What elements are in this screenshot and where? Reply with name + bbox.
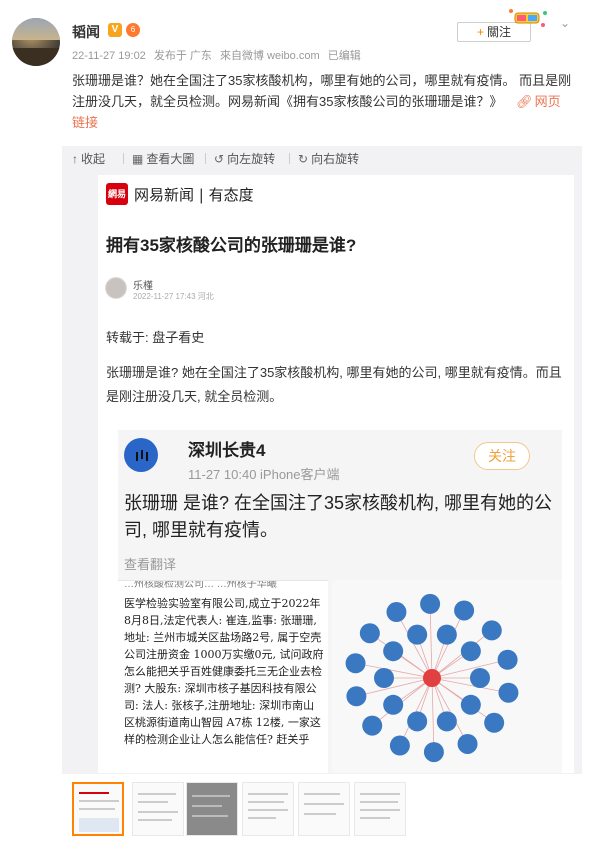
- embed-relation-graph: [332, 580, 562, 773]
- graph-node: [481, 620, 502, 641]
- thumbnail-2[interactable]: [132, 782, 184, 836]
- graph-node: [484, 712, 505, 733]
- source: 來自微博 weibo.com: [220, 50, 320, 62]
- graph-node: [420, 593, 441, 614]
- post-meta: 22-11-27 19:02 发布于 广东 來自微博 weibo.com 已编辑: [72, 47, 366, 63]
- relation-graph-svg: [345, 593, 519, 763]
- graph-node: [407, 711, 428, 732]
- graph-node: [346, 686, 367, 707]
- divider: [123, 153, 124, 164]
- graph-node: [454, 600, 475, 621]
- chevron-down-icon[interactable]: ⌄: [558, 16, 572, 30]
- thumbnail-strip: [62, 778, 582, 842]
- divider: [289, 153, 290, 164]
- graph-node: [470, 668, 490, 688]
- embed-left-text: 医学检验实验室有限公司,成立于2022年8月8日,法定代表人: 崔连,监事: 张…: [124, 597, 324, 746]
- posted-from: 发布于 广东: [153, 50, 212, 62]
- graph-node: [383, 694, 404, 715]
- thumbnail-4[interactable]: [242, 782, 294, 836]
- image-toolbar: ↑ 收起 ▦ 查看大圖 ↺ 向左旋转 ↻ 向右旋转: [62, 146, 582, 170]
- article-body: 张珊珊是谁? 她在全国注了35家核酸机构, 哪里有她的公司, 哪里就有疫情。而且…: [106, 365, 562, 404]
- graph-edge: [429, 603, 433, 679]
- graph-node: [359, 623, 380, 644]
- weibo-post: 韬闻 V 6 22-11-27 19:02 发布于 广东 來自微博 weibo.…: [0, 0, 595, 851]
- article-title: 拥有35家核酸公司的张珊珊是谁?: [106, 236, 357, 255]
- graph-edge: [431, 677, 435, 753]
- graph-node: [423, 742, 444, 763]
- graph-edge: [431, 677, 468, 745]
- netease-brand: 网易新闻 | 有态度: [134, 186, 254, 204]
- graph-edge: [396, 611, 433, 679]
- arrow-up-icon: ↑: [72, 152, 78, 166]
- graph-edge: [355, 662, 433, 679]
- embed-username: 深圳长贵4: [188, 441, 266, 460]
- author-avatar: [105, 277, 127, 299]
- post-header: 韬闻 V 6 22-11-27 19:02 发布于 广东 來自微博 weibo.…: [0, 0, 595, 66]
- rotate-right-icon: ↻: [298, 152, 309, 166]
- embed-avatar: [124, 438, 158, 472]
- article-repost-source: 转载于: 盘子看史: [106, 330, 205, 345]
- thumbnail-5[interactable]: [298, 782, 350, 836]
- divider: [205, 153, 206, 164]
- view-large-button[interactable]: ▦ 查看大圖: [132, 150, 194, 166]
- graph-node: [389, 735, 410, 756]
- netease-logo: 網易: [106, 183, 128, 205]
- graph-node: [362, 715, 383, 736]
- thumbnail-1[interactable]: [72, 782, 124, 836]
- rotate-right-button[interactable]: ↻ 向右旋转: [298, 150, 359, 166]
- edited-label[interactable]: 已编辑: [328, 50, 361, 62]
- graph-node: [436, 624, 457, 645]
- avatar[interactable]: [12, 18, 60, 66]
- graph-node: [374, 668, 394, 688]
- plus-icon: +: [476, 25, 484, 39]
- graph-node: [498, 682, 519, 703]
- article-date: 2022-11-27 17:43 河北: [133, 292, 214, 301]
- thumbnail-6[interactable]: [354, 782, 406, 836]
- graph-node: [497, 649, 518, 670]
- embed-left-image: …州核酸检测公司… …州核子华曦 医学检验实验室有限公司,成立于2022年8月8…: [118, 580, 328, 773]
- collapse-button[interactable]: ↑ 收起: [72, 150, 105, 166]
- rotate-left-button[interactable]: ↺ 向左旋转: [214, 150, 275, 166]
- graph-node: [460, 694, 481, 715]
- level-badge: 6: [126, 23, 140, 37]
- embed-time: 11-27 10:40 iPhone客户端: [188, 467, 340, 482]
- graph-node: [407, 624, 428, 645]
- grid-icon: ▦: [132, 152, 144, 166]
- graph-node: [457, 733, 478, 754]
- article-screenshot[interactable]: 網易 网易新闻 | 有态度 拥有35家核酸公司的张珊珊是谁? 乐槿 2022-1…: [98, 175, 574, 773]
- graph-center-node: [423, 669, 441, 687]
- graph-node: [436, 711, 457, 732]
- graph-edge: [431, 677, 509, 694]
- embed-translate: 查看翻译: [124, 557, 177, 572]
- embedded-weibo-screenshot: 深圳长贵4 11-27 10:40 iPhone客户端 关注 张珊珊 是谁? 在…: [118, 430, 562, 773]
- graph-node: [383, 641, 404, 662]
- thumbnail-3[interactable]: [186, 782, 238, 836]
- embed-text: 张珊珊 是谁? 在全国注了35家核酸机构, 哪里有她的公司, 哪里就有疫情。: [124, 493, 553, 540]
- timestamp[interactable]: 22-11-27 19:02: [72, 50, 146, 62]
- post-text: 张珊珊是谁？她在全国注了35家核酸机构，哪里有她的公司，哪里就有疫情。 而且是刚…: [72, 70, 572, 133]
- party-glasses-icon: [509, 9, 547, 27]
- graph-node: [460, 641, 481, 662]
- verified-badge: V: [108, 23, 122, 37]
- embed-left-cut-line: …州核酸检测公司… …州核子华曦: [124, 580, 277, 590]
- article-author: 乐槿: [133, 281, 153, 292]
- rotate-left-icon: ↺: [214, 152, 225, 166]
- graph-node: [345, 653, 366, 674]
- embed-follow-button: 关注: [474, 442, 530, 470]
- username[interactable]: 韬闻: [72, 22, 100, 42]
- link-icon: 🔗︎: [516, 94, 533, 109]
- graph-node: [386, 602, 407, 623]
- post-body: 张珊珊是谁？她在全国注了35家核酸机构，哪里有她的公司，哪里就有疫情。 而且是刚…: [72, 73, 572, 109]
